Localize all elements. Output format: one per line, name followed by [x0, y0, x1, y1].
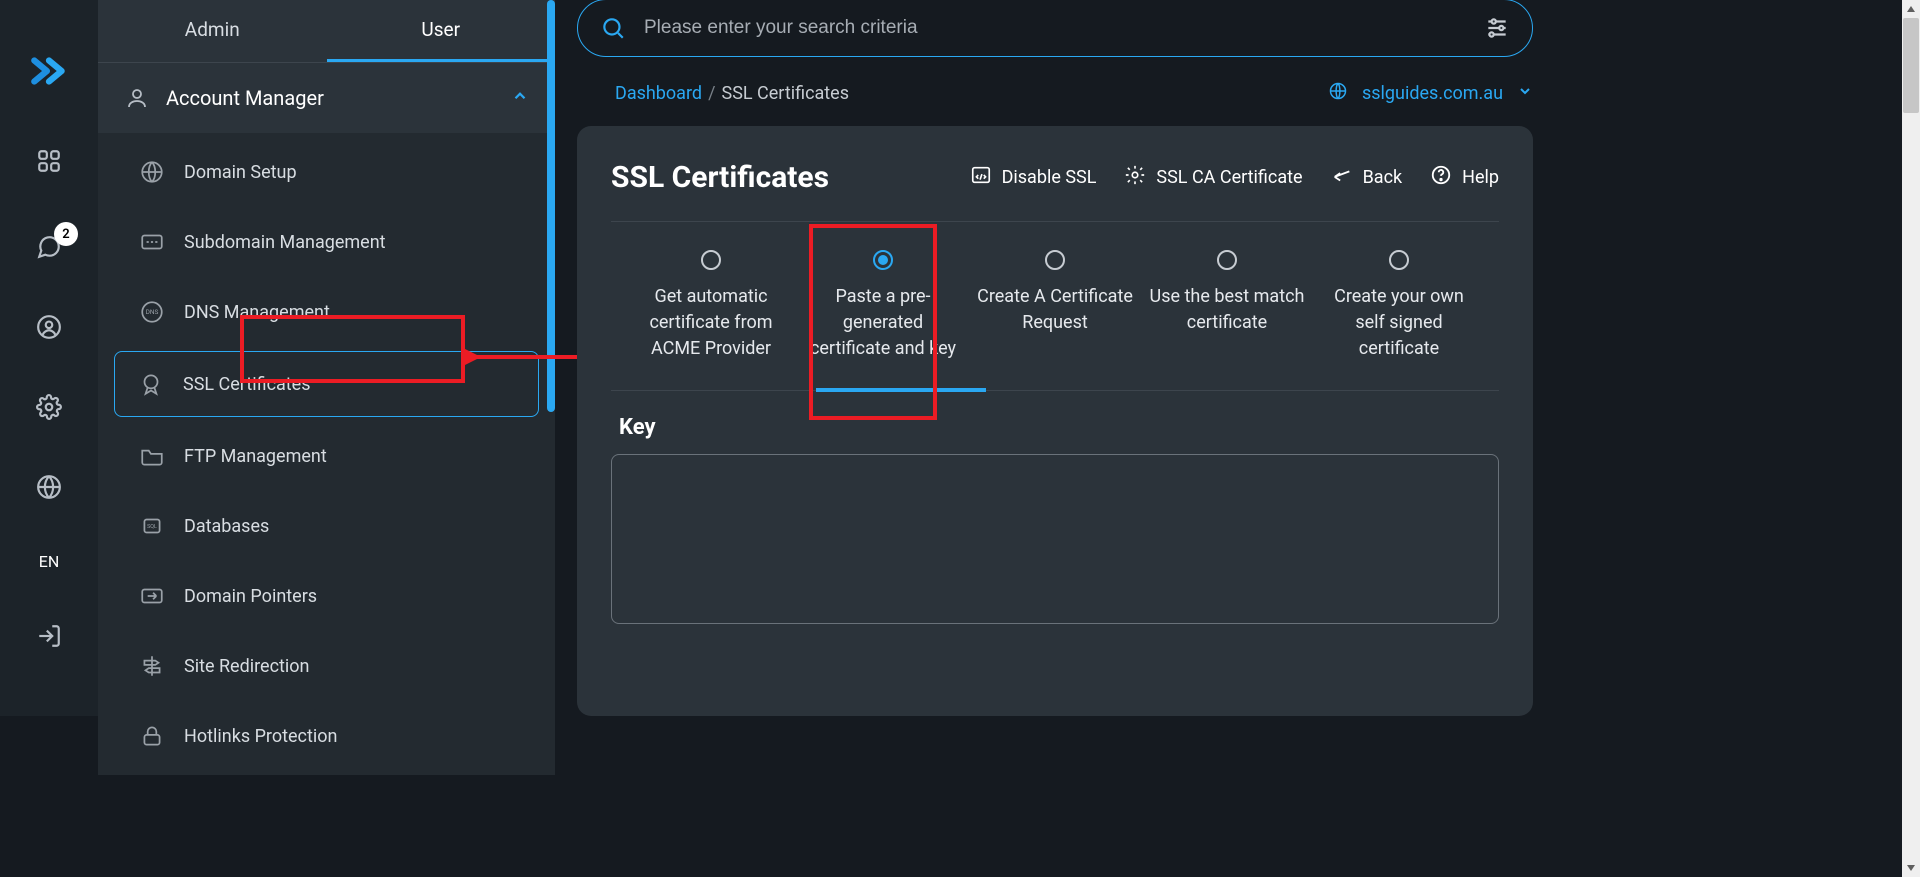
menu-domain-setup[interactable]: Domain Setup — [98, 137, 555, 207]
option-create-csr[interactable]: Create A Certificate Request — [975, 250, 1135, 362]
scroll-up-button[interactable] — [1902, 0, 1920, 18]
window-vertical-scrollbar[interactable] — [1902, 0, 1920, 877]
dns-icon: DNS — [138, 298, 166, 326]
menu-item-label: Subdomain Management — [184, 232, 386, 253]
sidebar: Admin User Account Manager Domain Setup … — [98, 0, 555, 716]
search-input[interactable] — [644, 17, 1466, 39]
option-label: Use the best match certificate — [1147, 284, 1307, 336]
leftbar: 2 EN — [0, 0, 98, 716]
page-title: SSL Certificates — [611, 160, 829, 195]
menu-subdomain-management[interactable]: Subdomain Management — [98, 207, 555, 277]
option-label: Create A Certificate Request — [975, 284, 1135, 336]
globe-icon[interactable] — [34, 472, 64, 502]
panel: SSL Certificates Disable SSL SSL CA Cert… — [577, 126, 1533, 716]
radio-icon — [1389, 250, 1409, 270]
key-field-label: Key — [619, 415, 1499, 440]
tab-admin[interactable]: Admin — [98, 0, 327, 62]
svg-text:SQL: SQL — [147, 524, 157, 530]
breadcrumb: Dashboard / SSL Certificates — [615, 83, 849, 104]
back-arrow-icon — [1331, 164, 1353, 191]
action-back[interactable]: Back — [1331, 164, 1403, 191]
pointer-icon — [138, 582, 166, 610]
option-label: Paste a pre-generated certificate and ke… — [803, 284, 963, 362]
option-acme-provider[interactable]: Get automatic certificate from ACME Prov… — [631, 250, 791, 362]
action-help[interactable]: Help — [1430, 164, 1499, 191]
option-label: Get automatic certificate from ACME Prov… — [631, 284, 791, 362]
lock-icon — [138, 722, 166, 750]
radio-icon — [1045, 250, 1065, 270]
menu-ssl-certificates[interactable]: SSL Certificates — [114, 351, 539, 417]
action-label: Help — [1462, 167, 1499, 188]
menu-item-label: Domain Pointers — [184, 586, 317, 607]
section-account-manager[interactable]: Account Manager — [98, 63, 555, 133]
menu-item-label: Domain Setup — [184, 162, 297, 183]
scroll-track[interactable] — [1902, 18, 1920, 859]
menu-dns-management[interactable]: DNS DNS Management — [98, 277, 555, 347]
domain-selector[interactable]: sslguides.com.au — [1328, 81, 1533, 106]
tab-user[interactable]: User — [327, 0, 556, 62]
menu-item-label: DNS Management — [184, 302, 330, 323]
menu-item-label: SSL Certificates — [183, 374, 311, 395]
svg-text:DNS: DNS — [146, 308, 159, 316]
notif-badge: 2 — [54, 222, 78, 246]
action-label: Disable SSL — [1002, 167, 1097, 188]
app-logo-icon[interactable] — [28, 50, 70, 96]
breadcrumb-current: SSL Certificates — [722, 83, 850, 104]
radio-icon — [873, 250, 893, 270]
radio-icon — [1217, 250, 1237, 270]
action-ssl-ca-certificate[interactable]: SSL CA Certificate — [1124, 164, 1302, 191]
help-icon — [1430, 164, 1452, 191]
action-disable-ssl[interactable]: Disable SSL — [970, 164, 1097, 191]
action-label: Back — [1363, 167, 1403, 188]
cert-options-row: Get automatic certificate from ACME Prov… — [611, 222, 1499, 391]
search-icon — [600, 15, 626, 41]
subdomain-icon — [138, 228, 166, 256]
radio-icon — [701, 250, 721, 270]
menu-item-label: FTP Management — [184, 446, 327, 467]
menu-ftp-management[interactable]: FTP Management — [98, 421, 555, 491]
option-paste-pregenerated[interactable]: Paste a pre-generated certificate and ke… — [803, 250, 963, 362]
section-label: Account Manager — [166, 86, 495, 110]
globe-www-icon — [138, 158, 166, 186]
search-bar[interactable] — [577, 0, 1533, 57]
key-textarea[interactable] — [611, 454, 1499, 624]
menu-item-label: Databases — [184, 516, 269, 537]
settings-icon[interactable] — [34, 392, 64, 422]
action-label: SSL CA Certificate — [1156, 167, 1302, 188]
signpost-icon — [138, 652, 166, 680]
filter-sliders-icon[interactable] — [1484, 15, 1510, 41]
profile-icon[interactable] — [34, 312, 64, 342]
database-icon: SQL — [138, 512, 166, 540]
language-toggle[interactable]: EN — [39, 552, 60, 571]
main-content: Dashboard / SSL Certificates sslguides.c… — [555, 0, 1555, 716]
scroll-down-button[interactable] — [1902, 859, 1920, 877]
dashboard-icon[interactable] — [34, 146, 64, 176]
sidebar-scrollbar-thumb[interactable] — [547, 0, 555, 412]
option-best-match[interactable]: Use the best match certificate — [1147, 250, 1307, 362]
menu-site-redirection[interactable]: Site Redirection — [98, 631, 555, 701]
option-self-signed[interactable]: Create your own self signed certificate — [1319, 250, 1479, 362]
breadcrumb-sep: / — [708, 83, 715, 104]
ssl-badge-icon — [137, 370, 165, 398]
code-block-icon — [970, 164, 992, 191]
ftp-folder-icon — [138, 442, 166, 470]
messages-icon[interactable]: 2 — [34, 232, 64, 262]
chevron-down-icon — [1517, 83, 1533, 104]
breadcrumb-dashboard-link[interactable]: Dashboard — [615, 83, 702, 104]
option-underline-indicator — [816, 388, 986, 392]
menu-databases[interactable]: SQL Databases — [98, 491, 555, 561]
user-group-icon — [124, 85, 150, 111]
globe-icon — [1328, 81, 1348, 106]
gear-icon — [1124, 164, 1146, 191]
domain-name: sslguides.com.au — [1362, 83, 1503, 104]
chevron-up-icon — [511, 87, 529, 109]
menu-domain-pointers[interactable]: Domain Pointers — [98, 561, 555, 631]
logout-icon[interactable] — [34, 621, 64, 651]
menu-item-label: Site Redirection — [184, 656, 310, 677]
menu-item-label: Hotlinks Protection — [184, 726, 337, 747]
menu-hotlinks-protection[interactable]: Hotlinks Protection — [98, 701, 555, 771]
option-label: Create your own self signed certificate — [1319, 284, 1479, 362]
scroll-thumb[interactable] — [1903, 18, 1919, 113]
